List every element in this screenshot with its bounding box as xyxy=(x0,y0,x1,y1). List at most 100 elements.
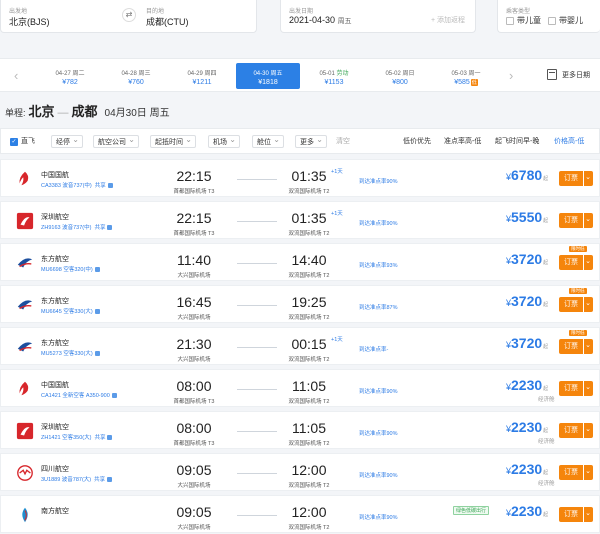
flight-number[interactable]: MU6698 空客320(中) xyxy=(41,265,100,273)
sort-price[interactable]: 价格高-低 xyxy=(554,135,584,148)
ticket-price: ¥2230起 xyxy=(506,461,549,477)
book-button[interactable]: 订票 ⌄ xyxy=(559,171,593,186)
airline-filter[interactable]: 航空公司 xyxy=(93,133,139,148)
flight-duration-line xyxy=(237,221,277,222)
more-filter[interactable]: 更多 xyxy=(295,133,327,148)
sort-departure-time[interactable]: 起飞时间早-晚 xyxy=(495,135,539,148)
passenger-field: 乘客类型 带儿童 带婴儿 xyxy=(497,0,600,33)
airport-filter[interactable]: 机场 xyxy=(208,133,240,148)
origin-value[interactable]: 北京(BJS) xyxy=(9,15,50,28)
air-china-logo-icon xyxy=(16,170,34,188)
flight-row[interactable]: 东方航空 MU6645 空客330(大) 16:45 大兴国际机场 19:25 双流国际机… xyxy=(0,285,600,323)
departure-airport: 首都国际机场 T3 xyxy=(173,189,215,195)
departure-airport: 大兴国际机场 xyxy=(177,357,211,363)
book-button[interactable]: 订票 ⌄ xyxy=(559,465,593,480)
date-option[interactable]: 05-03 周一 ¥585 低 xyxy=(434,63,498,89)
destination-value[interactable]: 成都(CTU) xyxy=(146,15,189,28)
flight-row[interactable]: 东方航空 MU5273 空客330(大) 21:30 大兴国际机场 00:15 +1天 双流… xyxy=(0,327,600,365)
info-icon[interactable] xyxy=(94,309,100,315)
book-button[interactable]: 订票 ⌄ xyxy=(559,339,593,354)
child-checkbox[interactable]: 带儿童 xyxy=(506,15,541,26)
prev-dates-arrow-icon[interactable]: ‹ xyxy=(14,68,18,83)
info-icon[interactable] xyxy=(94,351,100,357)
depart-time-filter[interactable]: 起抵时间 xyxy=(150,133,196,148)
arrival-airport: 双流国际机场 T2 xyxy=(288,399,330,405)
departure-time: 09:05 xyxy=(176,462,212,478)
more-dates-button[interactable]: 更多日期 xyxy=(562,70,590,80)
date-option[interactable]: 04-30 周五 ¥1818 xyxy=(236,63,300,89)
airline-name: 南方航空 xyxy=(41,508,69,515)
ticket-price: ¥3720起 xyxy=(506,335,549,351)
info-icon[interactable] xyxy=(107,183,113,189)
flight-row[interactable]: 深圳航空 ZH9163 波音737(中) 共享 22:15 首都国际机场 T3 01:35… xyxy=(0,201,600,239)
date-option[interactable]: 04-27 周二 ¥782 xyxy=(38,63,102,89)
departure-time: 22:15 xyxy=(176,210,212,226)
checkbox-icon xyxy=(506,16,514,25)
departure-time: 22:15 xyxy=(176,168,212,184)
departure-airport: 大兴国际机场 xyxy=(177,315,211,321)
flight-number[interactable]: ZH1421 空客350(大) 共享 xyxy=(41,433,113,441)
infant-checkbox[interactable]: 带婴儿 xyxy=(548,15,583,26)
codeshare-label: 共享 xyxy=(94,435,106,441)
origin-destination-field[interactable]: 出发地 北京(BJS) 目的地 成都(CTU) ⇄ xyxy=(0,0,257,33)
chevron-down-icon: ⌄ xyxy=(585,468,591,475)
book-button[interactable]: 订票 ⌄ xyxy=(559,255,593,270)
flight-row[interactable]: 南方航空 09:05 大兴国际机场 12:00 双流国际机场 T2 到达准点率90% 绿色低… xyxy=(0,495,600,533)
direct-check-icon[interactable]: ✓ xyxy=(10,138,18,146)
calendar-icon[interactable] xyxy=(547,69,557,80)
sichuan-airlines-logo-icon xyxy=(16,464,34,482)
book-button[interactable]: 订票 ⌄ xyxy=(559,213,593,228)
chevron-down-icon: ⌄ xyxy=(585,426,591,433)
departure-time: 08:00 xyxy=(176,378,212,394)
stops-filter[interactable]: 经停 xyxy=(51,133,83,148)
info-icon[interactable] xyxy=(94,267,100,273)
chevron-down-icon: ⌄ xyxy=(585,258,591,265)
arrival-time: 12:00 xyxy=(291,462,327,478)
flight-number[interactable]: ZH9163 波音737(中) 共享 xyxy=(41,223,113,231)
date-option-price: ¥1211 xyxy=(192,79,212,86)
info-icon[interactable] xyxy=(107,477,113,483)
date-field[interactable]: 出发日期 2021-04-30 周五 + 添加返程 xyxy=(280,0,476,33)
date-option-date: 05-01 劳动 xyxy=(319,71,349,77)
cabin-class: 经济舱 xyxy=(538,439,555,445)
info-icon[interactable] xyxy=(107,225,113,231)
book-button[interactable]: 订票 ⌄ xyxy=(559,297,593,312)
departure-airport: 首都国际机场 T3 xyxy=(173,231,215,237)
cabin-filter[interactable]: 舱位 xyxy=(252,133,284,148)
date-value[interactable]: 2021-04-30 周五 xyxy=(289,15,352,26)
clear-filters-button[interactable]: 清空 xyxy=(336,135,350,148)
info-icon[interactable] xyxy=(111,393,117,399)
ontime-rate: 到达准点率87% xyxy=(359,305,398,311)
ticket-price: ¥6780起 xyxy=(506,167,549,183)
shenzhen-airlines-logo-icon xyxy=(16,422,34,440)
limited-low-price-tag: 限时低 xyxy=(569,246,587,252)
ontime-rate: 到达准点率90% xyxy=(359,515,398,521)
flight-number[interactable]: 3U1889 波音787(大) 共享 xyxy=(41,475,113,483)
flight-number[interactable]: MU5273 空客330(大) xyxy=(41,349,100,357)
flight-number[interactable]: MU6645 空客330(大) xyxy=(41,307,100,315)
flight-number[interactable]: CA3383 波音737(中) 共享 xyxy=(41,181,113,189)
sort-lowest-price[interactable]: 低价优先 xyxy=(403,135,431,148)
info-icon[interactable] xyxy=(107,435,113,441)
book-button[interactable]: 订票 ⌄ xyxy=(559,423,593,438)
swap-arrows-icon[interactable]: ⇄ xyxy=(122,8,136,22)
next-dates-arrow-icon[interactable]: › xyxy=(509,68,513,83)
departure-time: 09:05 xyxy=(176,504,212,520)
arrival-airport: 双流国际机场 T2 xyxy=(288,315,330,321)
date-option[interactable]: 04-29 周四 ¥1211 xyxy=(170,63,234,89)
low-price-tag: 低 xyxy=(470,79,478,86)
direct-filter[interactable]: 直飞 xyxy=(21,135,35,148)
flight-row[interactable]: 东方航空 MU6698 空客320(中) 11:40 大兴国际机场 14:40 双流国际机… xyxy=(0,243,600,281)
flight-row[interactable]: 中国国航 CA3383 波音737(中) 共享 22:15 首都国际机场 T3 01:35… xyxy=(0,159,600,197)
date-option[interactable]: 05-02 周日 ¥800 xyxy=(368,63,432,89)
flight-row[interactable]: 深圳航空 ZH1421 空客350(大) 共享 08:00 首都国际机场 T3 11:05… xyxy=(0,411,600,449)
date-option[interactable]: 05-01 劳动 ¥1153 xyxy=(302,63,366,89)
flight-row[interactable]: 中国国航 CA1421 全新空客 A350-900 08:00 首都国际机场 T3 11… xyxy=(0,369,600,407)
book-button[interactable]: 订票 ⌄ xyxy=(559,507,593,522)
flight-row[interactable]: 四川航空 3U1889 波音787(大) 共享 09:05 大兴国际机场 12:00 双流国… xyxy=(0,453,600,491)
sort-ontime-rate[interactable]: 准点率高-低 xyxy=(444,135,481,148)
flight-number[interactable]: CA1421 全新空客 A350-900 xyxy=(41,391,117,399)
book-button[interactable]: 订票 ⌄ xyxy=(559,381,593,396)
date-option[interactable]: 04-28 周三 ¥760 xyxy=(104,63,168,89)
add-return-link[interactable]: + 添加返程 xyxy=(431,15,465,25)
